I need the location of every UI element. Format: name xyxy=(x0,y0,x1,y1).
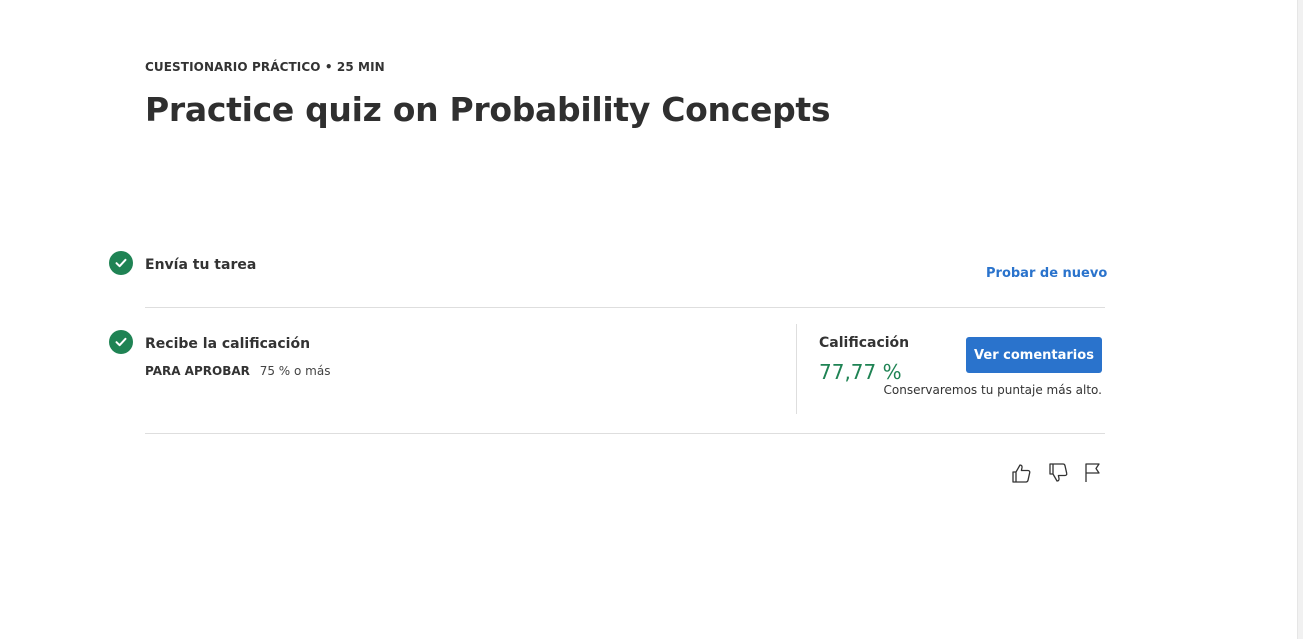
grade-value: 77,77 % xyxy=(819,360,902,384)
check-circle-icon xyxy=(109,330,133,354)
thumbs-down-icon[interactable] xyxy=(1046,461,1070,485)
scrollbar[interactable] xyxy=(1297,0,1303,639)
passing-value: 75 % o más xyxy=(259,364,331,378)
quiz-type-label: CUESTIONARIO PRÁCTICO • 25 MIN xyxy=(145,60,385,74)
vertical-divider xyxy=(796,324,797,414)
step-grade-label: Recibe la calificación xyxy=(145,336,311,352)
step-submit-label: Envía tu tarea xyxy=(145,257,257,273)
passing-key: PARA APROBAR xyxy=(145,364,250,378)
flag-icon[interactable] xyxy=(1081,461,1105,485)
divider xyxy=(145,307,1105,308)
passing-requirement: PARA APROBAR 75 % o más xyxy=(145,364,330,378)
view-feedback-button[interactable]: Ver comentarios xyxy=(966,337,1102,373)
try-again-button[interactable]: Probar de nuevo xyxy=(986,266,1107,281)
quiz-results-page: CUESTIONARIO PRÁCTICO • 25 MIN Practice … xyxy=(0,0,1303,639)
check-circle-icon xyxy=(109,251,133,275)
highest-score-note: Conservaremos tu puntaje más alto. xyxy=(883,383,1103,397)
thumbs-up-icon[interactable] xyxy=(1009,461,1033,485)
grade-label: Calificación xyxy=(819,335,910,351)
page-title: Practice quiz on Probability Concepts xyxy=(145,90,831,129)
divider xyxy=(145,433,1105,434)
